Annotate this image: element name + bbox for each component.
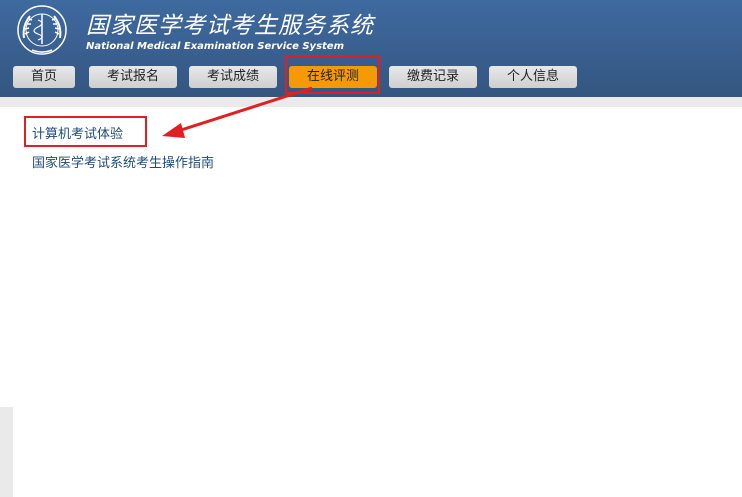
system-title-chinese: 国家医学考试考生服务系统: [86, 13, 374, 39]
nav-payment-records[interactable]: 缴费记录: [389, 66, 477, 88]
logo-emblem-icon: [17, 5, 67, 55]
annotation-box-link: [24, 116, 147, 147]
nav-exam-registration[interactable]: 考试报名: [89, 66, 177, 88]
nav-home[interactable]: 首页: [13, 66, 75, 88]
annotation-box-nav: [285, 55, 380, 94]
nav-personal-info[interactable]: 个人信息: [489, 66, 577, 88]
operation-guide-link[interactable]: 国家医学考试系统考生操作指南: [32, 156, 214, 172]
system-title-english: National Medical Examination Service Sys…: [86, 41, 345, 52]
nav-exam-scores[interactable]: 考试成绩: [189, 66, 277, 88]
left-panel-edge: [0, 107, 13, 407]
